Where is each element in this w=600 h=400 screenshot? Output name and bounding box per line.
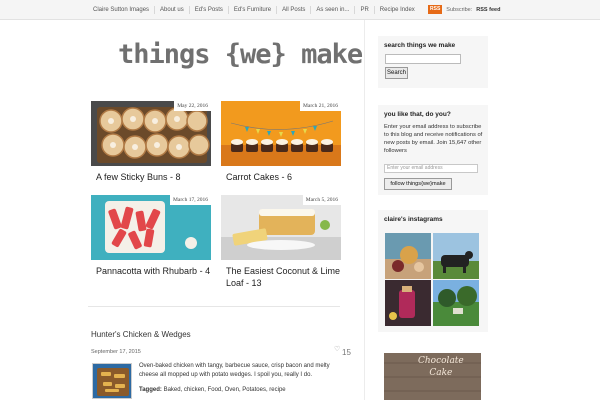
article-thumbnail[interactable] [92, 363, 132, 399]
follow-description: Enter your email address to subscribe to… [384, 124, 483, 154]
rss-subscribe-label: Subscribe: [446, 6, 473, 13]
article-date: September 17, 2015 [91, 349, 141, 355]
nav-as-seen-in[interactable]: As seen in... [311, 6, 356, 14]
chocolate-cake-image[interactable]: Chocolate Cake [384, 353, 481, 400]
article-tags: Tagged: Baked, chicken, Food, Oven, Pota… [139, 387, 286, 393]
post-date: March 17, 2016 [170, 195, 211, 205]
top-nav-bar: Claire Sutton Images About us Ed's Posts… [0, 0, 600, 20]
likes-count: 15 [342, 348, 351, 357]
post-date: March 21, 2016 [300, 101, 341, 111]
post-thumbnail-sticky-buns[interactable]: May 22, 2016 [91, 101, 211, 166]
rss-feed-link[interactable]: RSS feed [476, 7, 500, 13]
sidebar-divider [364, 20, 365, 400]
post-title[interactable]: The Easiest Coconut & Lime Loaf - 13 [226, 265, 341, 289]
nav-eds-posts[interactable]: Ed's Posts [190, 6, 229, 14]
search-title: search things we make [384, 42, 456, 49]
search-input[interactable] [385, 54, 461, 64]
post-thumbnail-coconut-lime-loaf[interactable]: March 5, 2016 [221, 195, 341, 260]
cake-title-line2: Cake [429, 368, 453, 378]
follow-widget: you like that, do you? Enter your email … [378, 105, 488, 195]
nav-claire-sutton-images[interactable]: Claire Sutton Images [88, 6, 156, 14]
search-widget: search things we make Search [378, 36, 488, 88]
follow-title: you like that, do you? [384, 111, 451, 118]
post-title[interactable]: Carrot Cakes - 6 [226, 171, 341, 183]
post-thumbnail-carrot-cakes[interactable]: March 21, 2016 [221, 101, 341, 166]
heart-icon[interactable]: ♡ [334, 345, 340, 353]
nav-eds-furniture[interactable]: Ed's Furniture [229, 6, 278, 14]
instagram-photo[interactable] [433, 233, 479, 279]
post-date: March 5, 2016 [302, 195, 341, 205]
nav-pr[interactable]: PR [355, 6, 375, 14]
nav-all-posts[interactable]: All Posts [277, 6, 312, 14]
email-field[interactable]: Enter your email address [384, 164, 478, 173]
nav-recipe-index[interactable]: Recipe Index [375, 6, 420, 14]
instagram-photo[interactable] [385, 280, 431, 326]
cake-title: Chocolate Cake [418, 355, 464, 379]
article-excerpt: Oven-baked chicken with tangy, barbecue … [139, 363, 330, 378]
post-thumbnail-pannacotta[interactable]: March 17, 2016 [91, 195, 211, 260]
article-title[interactable]: Hunter's Chicken & Wedges [91, 330, 191, 339]
tags-list[interactable]: Baked, chicken, Food, Oven, Potatoes, re… [164, 387, 286, 393]
post-date: May 22, 2016 [174, 101, 211, 111]
cake-title-line1: Chocolate [418, 356, 464, 366]
top-nav: Claire Sutton Images About us Ed's Posts… [88, 6, 420, 14]
post-title[interactable]: Pannacotta with Rhubarb - 4 [96, 265, 211, 277]
rss-icon[interactable]: RSS [428, 5, 443, 14]
instagram-photo[interactable] [385, 233, 431, 279]
follow-button[interactable]: follow things{we}make [384, 178, 452, 190]
search-button[interactable]: Search [385, 67, 408, 79]
instagram-photo[interactable] [433, 280, 479, 326]
tags-label: Tagged: [139, 387, 162, 393]
nav-about-us[interactable]: About us [155, 6, 190, 14]
rss-area: RSS Subscribe: RSS feed [428, 5, 500, 14]
instagram-title: claire's instagrams [384, 216, 443, 223]
post-title[interactable]: A few Sticky Buns - 8 [96, 171, 211, 183]
section-divider [88, 306, 340, 307]
site-logo[interactable]: things {we} make [118, 39, 363, 70]
